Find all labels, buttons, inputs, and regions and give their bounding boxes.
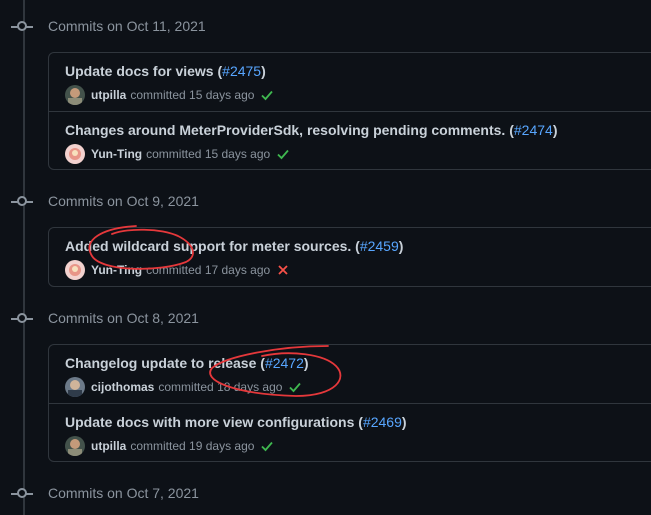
commit-age: 15 days ago bbox=[204, 147, 271, 161]
avatar[interactable] bbox=[65, 377, 85, 397]
commit-title[interactable]: Changelog update to release (#2472) bbox=[65, 355, 309, 371]
check-icon[interactable] bbox=[260, 439, 274, 453]
commit-age: 17 days ago bbox=[204, 263, 271, 277]
git-commit-icon bbox=[11, 313, 33, 323]
commit-age: 19 days ago bbox=[189, 439, 255, 453]
commit-message[interactable]: Update docs with more view configuration… bbox=[65, 414, 363, 430]
author-link[interactable]: cijothomas bbox=[91, 380, 154, 394]
pull-request-link[interactable]: #2459 bbox=[360, 238, 399, 254]
commit-row[interactable]: Changelog update to release (#2472) cijo… bbox=[49, 345, 651, 403]
commit-meta: Yun-Ting committed 17 days ago bbox=[65, 260, 290, 280]
commit-title[interactable]: Update docs with more view configuration… bbox=[65, 414, 407, 430]
avatar[interactable] bbox=[65, 436, 85, 456]
commit-title[interactable]: Added wildcard support for meter sources… bbox=[65, 238, 403, 254]
commit-age: 18 days ago bbox=[217, 380, 283, 394]
commit-verb: committed bbox=[130, 439, 186, 453]
commit-message[interactable]: Changes around MeterProviderSdk, resolvi… bbox=[65, 122, 514, 138]
author-link[interactable]: Yun-Ting bbox=[91, 263, 142, 277]
commit-message-tail: ) bbox=[303, 355, 309, 371]
pull-request-link[interactable]: #2472 bbox=[265, 355, 304, 371]
commit-message-tail: ) bbox=[398, 238, 404, 254]
commit-message[interactable]: Update docs for views ( bbox=[65, 63, 222, 79]
commit-title[interactable]: Changes around MeterProviderSdk, resolvi… bbox=[65, 122, 557, 138]
commit-group-date: Commits on Oct 9, 2021 bbox=[48, 193, 199, 209]
commit-group-list: Added wildcard support for meter sources… bbox=[48, 227, 651, 287]
commit-message-tail: ) bbox=[261, 63, 266, 79]
pull-request-link[interactable]: #2474 bbox=[514, 122, 553, 138]
commit-group-list: Changelog update to release (#2472) cijo… bbox=[48, 344, 651, 462]
pull-request-link[interactable]: #2469 bbox=[363, 414, 402, 430]
commit-row[interactable]: Update docs for views (#2475) utpilla co… bbox=[49, 53, 651, 111]
git-commit-icon bbox=[11, 21, 33, 31]
commit-meta: cijothomas committed 18 days ago bbox=[65, 377, 302, 397]
check-icon[interactable] bbox=[260, 88, 274, 102]
commit-verb: committed bbox=[130, 88, 186, 102]
pull-request-link[interactable]: #2475 bbox=[222, 63, 261, 79]
commit-message[interactable]: Changelog update to release ( bbox=[65, 355, 265, 371]
check-icon[interactable] bbox=[276, 147, 290, 161]
author-link[interactable]: utpilla bbox=[91, 439, 126, 453]
avatar[interactable] bbox=[65, 260, 85, 280]
git-commit-icon bbox=[11, 196, 33, 206]
avatar[interactable] bbox=[65, 85, 85, 105]
commit-verb: committed bbox=[146, 147, 202, 161]
commit-message[interactable]: Added wildcard support for meter sources… bbox=[65, 238, 360, 254]
commit-message-tail: ) bbox=[401, 414, 407, 430]
commit-meta: Yun-Ting committed 15 days ago bbox=[65, 144, 290, 164]
commit-group-date: Commits on Oct 8, 2021 bbox=[48, 310, 199, 326]
x-icon[interactable] bbox=[276, 263, 290, 277]
commit-verb: committed bbox=[158, 380, 214, 394]
commit-verb: committed bbox=[146, 263, 202, 277]
commit-meta: utpilla committed 15 days ago bbox=[65, 85, 274, 105]
commit-row[interactable]: Update docs with more view configuration… bbox=[49, 403, 651, 463]
commit-message-tail: ) bbox=[552, 122, 558, 138]
author-link[interactable]: Yun-Ting bbox=[91, 147, 142, 161]
commit-group-list: Update docs for views (#2475) utpilla co… bbox=[48, 52, 651, 170]
commit-row[interactable]: Added wildcard support for meter sources… bbox=[49, 228, 651, 288]
author-link[interactable]: utpilla bbox=[91, 88, 126, 102]
commit-group-date: Commits on Oct 11, 2021 bbox=[48, 18, 206, 34]
commit-age: 15 days ago bbox=[189, 88, 255, 102]
git-commit-icon bbox=[11, 488, 33, 498]
avatar[interactable] bbox=[65, 144, 85, 164]
check-icon[interactable] bbox=[288, 380, 302, 394]
commit-title[interactable]: Update docs for views (#2475) bbox=[65, 63, 266, 79]
commit-meta: utpilla committed 19 days ago bbox=[65, 436, 274, 456]
timeline-line bbox=[23, 0, 25, 515]
commit-row[interactable]: Changes around MeterProviderSdk, resolvi… bbox=[49, 111, 651, 171]
commit-group-date: Commits on Oct 7, 2021 bbox=[48, 485, 199, 501]
